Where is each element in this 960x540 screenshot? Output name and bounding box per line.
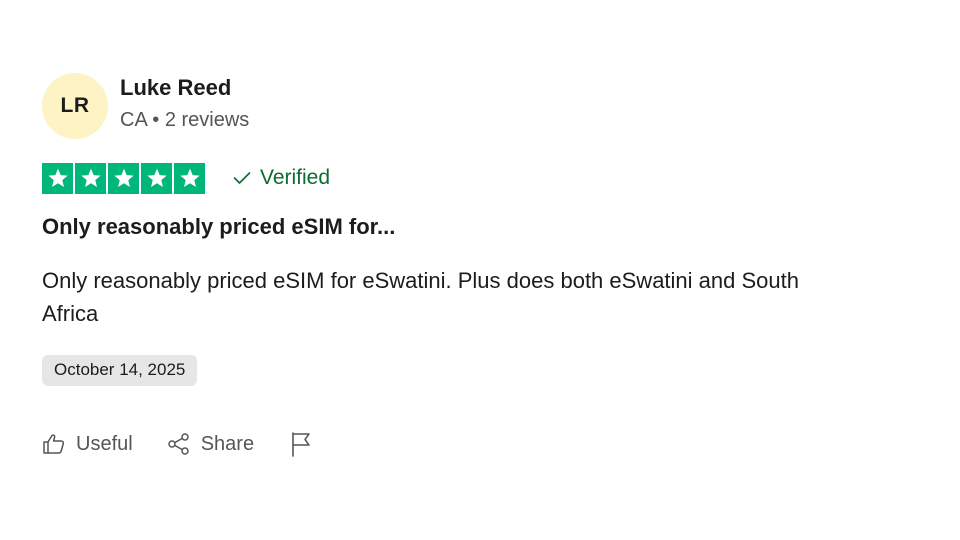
- star-icon: [75, 162, 106, 194]
- review-title[interactable]: Only reasonably priced eSIM for...: [42, 212, 862, 242]
- flag-icon: [292, 432, 310, 457]
- share-icon: [167, 433, 189, 455]
- star-icon: [174, 162, 205, 194]
- share-label: Share: [200, 432, 255, 455]
- report-button[interactable]: [290, 431, 322, 457]
- reviewer-country: CA: [120, 109, 147, 131]
- review-body: Only reasonably priced eSIM for eSwatini…: [42, 268, 799, 326]
- reviewer-meta: CA • 2 reviews: [120, 105, 249, 135]
- star-icon: [42, 162, 73, 194]
- verified-badge[interactable]: Verified: [233, 166, 330, 190]
- avatar[interactable]: LR: [42, 73, 108, 139]
- checkmark-icon: [233, 172, 251, 184]
- review-date: October 14, 2025: [42, 355, 198, 386]
- star-rating: [42, 162, 205, 194]
- star-icon: [141, 162, 172, 194]
- reviewer-header: LR Luke Reed CA • 2 reviews: [42, 72, 862, 140]
- meta-separator: •: [152, 109, 160, 131]
- review-actions: Useful Share: [42, 429, 862, 459]
- review-card: LR Luke Reed CA • 2 reviews Verified Onl…: [42, 72, 862, 459]
- useful-label: Useful: [76, 432, 133, 455]
- share-button[interactable]: Share: [167, 432, 254, 456]
- thumbs-up-icon: [43, 434, 65, 454]
- reviewer-info: Luke Reed CA • 2 reviews: [120, 73, 249, 135]
- useful-button[interactable]: Useful: [42, 433, 133, 456]
- star-icon: [108, 162, 139, 194]
- rating-row: Verified: [42, 162, 862, 194]
- reviewer-name[interactable]: Luke Reed: [120, 73, 249, 103]
- verified-label: Verified: [260, 166, 331, 189]
- reviewer-review-count: 2 reviews: [164, 109, 250, 131]
